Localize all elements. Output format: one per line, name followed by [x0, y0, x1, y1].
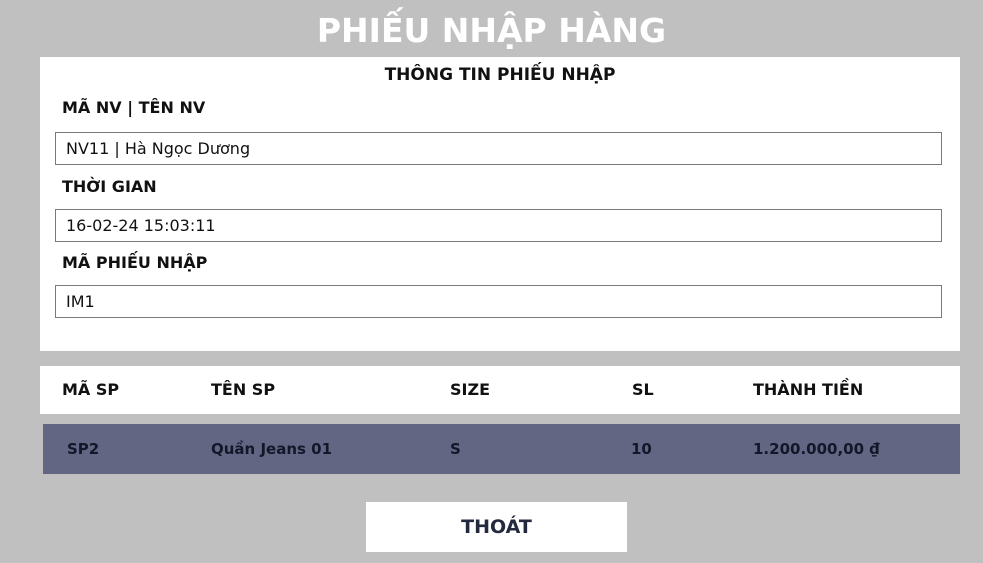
- cell-product-name: Quần Jeans 01: [211, 440, 333, 458]
- table-row[interactable]: SP2 Quần Jeans 01 S 10 1.200.000,00 ₫: [43, 424, 960, 474]
- header-product-name: TÊN SP: [211, 380, 276, 399]
- receipt-id-field[interactable]: [55, 285, 942, 318]
- employee-label: MÃ NV | TÊN NV: [62, 98, 206, 117]
- employee-field[interactable]: [55, 132, 942, 165]
- header-total: THÀNH TIỀN: [753, 380, 864, 399]
- header-quantity: SL: [632, 380, 654, 399]
- cell-size: S: [450, 440, 461, 458]
- cell-total: 1.200.000,00 ₫: [753, 440, 880, 458]
- exit-button[interactable]: THOÁT: [366, 502, 627, 552]
- time-field[interactable]: [55, 209, 942, 242]
- info-panel-title: THÔNG TIN PHIẾU NHẬP: [384, 65, 616, 85]
- table-header: MÃ SP TÊN SP SIZE SL THÀNH TIỀN: [40, 366, 960, 414]
- header-size: SIZE: [450, 380, 491, 399]
- receipt-info-panel: THÔNG TIN PHIẾU NHẬP MÃ NV | TÊN NV THỜI…: [40, 57, 960, 351]
- receipt-id-label: MÃ PHIẾU NHẬP: [62, 253, 208, 272]
- cell-product-id: SP2: [67, 440, 100, 458]
- header-product-id: MÃ SP: [62, 380, 120, 399]
- time-label: THỜI GIAN: [62, 177, 157, 196]
- cell-quantity: 10: [631, 440, 652, 458]
- page-title: PHIẾU NHẬP HÀNG: [316, 11, 667, 50]
